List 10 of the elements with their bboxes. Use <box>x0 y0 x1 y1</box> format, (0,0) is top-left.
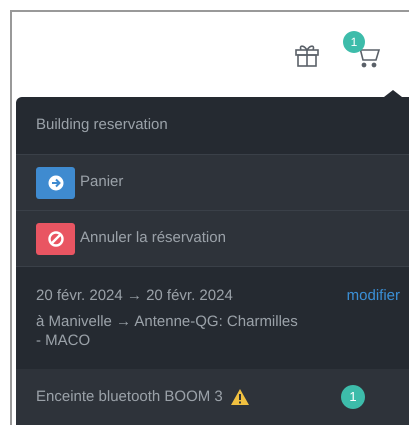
dropdown-action[interactable]: Annuler la réservation <box>16 211 409 267</box>
edit-link[interactable]: modifier <box>346 285 400 308</box>
date-range: 20 févr. 2024 → 20 févr. 2024 <box>36 286 233 306</box>
quantity-badge: 1 <box>341 385 365 409</box>
dropdown-action[interactable]: Panier <box>16 155 409 211</box>
prohibited-icon <box>36 222 75 254</box>
dropdown-title: Building reservation <box>36 115 168 136</box>
item-name: Enceinte bluetooth BOOM 3 <box>36 386 223 407</box>
cart-count-badge: 1 <box>343 30 365 52</box>
route-text: à Manivelle → Antenne-QG: Charmilles - MACO <box>36 312 299 350</box>
